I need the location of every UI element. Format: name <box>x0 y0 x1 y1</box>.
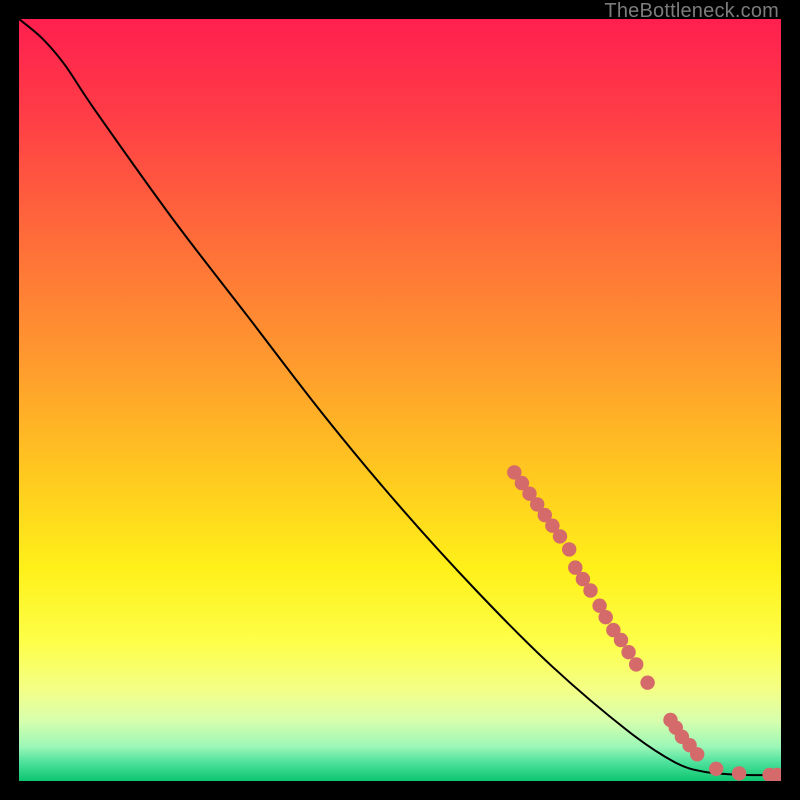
highlight-marker <box>599 610 613 624</box>
highlight-marker <box>562 542 576 556</box>
highlight-marker <box>614 633 628 647</box>
highlight-marker <box>732 766 746 780</box>
highlight-marker <box>709 762 723 776</box>
plot-area <box>19 19 781 781</box>
highlight-marker <box>690 747 704 761</box>
highlight-markers <box>507 465 781 781</box>
chart-stage: TheBottleneck.com <box>0 0 800 800</box>
highlight-marker <box>553 529 567 543</box>
attribution-label: TheBottleneck.com <box>604 0 779 23</box>
bottleneck-curve <box>19 19 781 775</box>
highlight-marker <box>629 657 643 671</box>
highlight-marker <box>640 676 654 690</box>
highlight-marker <box>621 645 635 659</box>
highlight-marker <box>583 583 597 597</box>
chart-overlay <box>19 19 781 781</box>
